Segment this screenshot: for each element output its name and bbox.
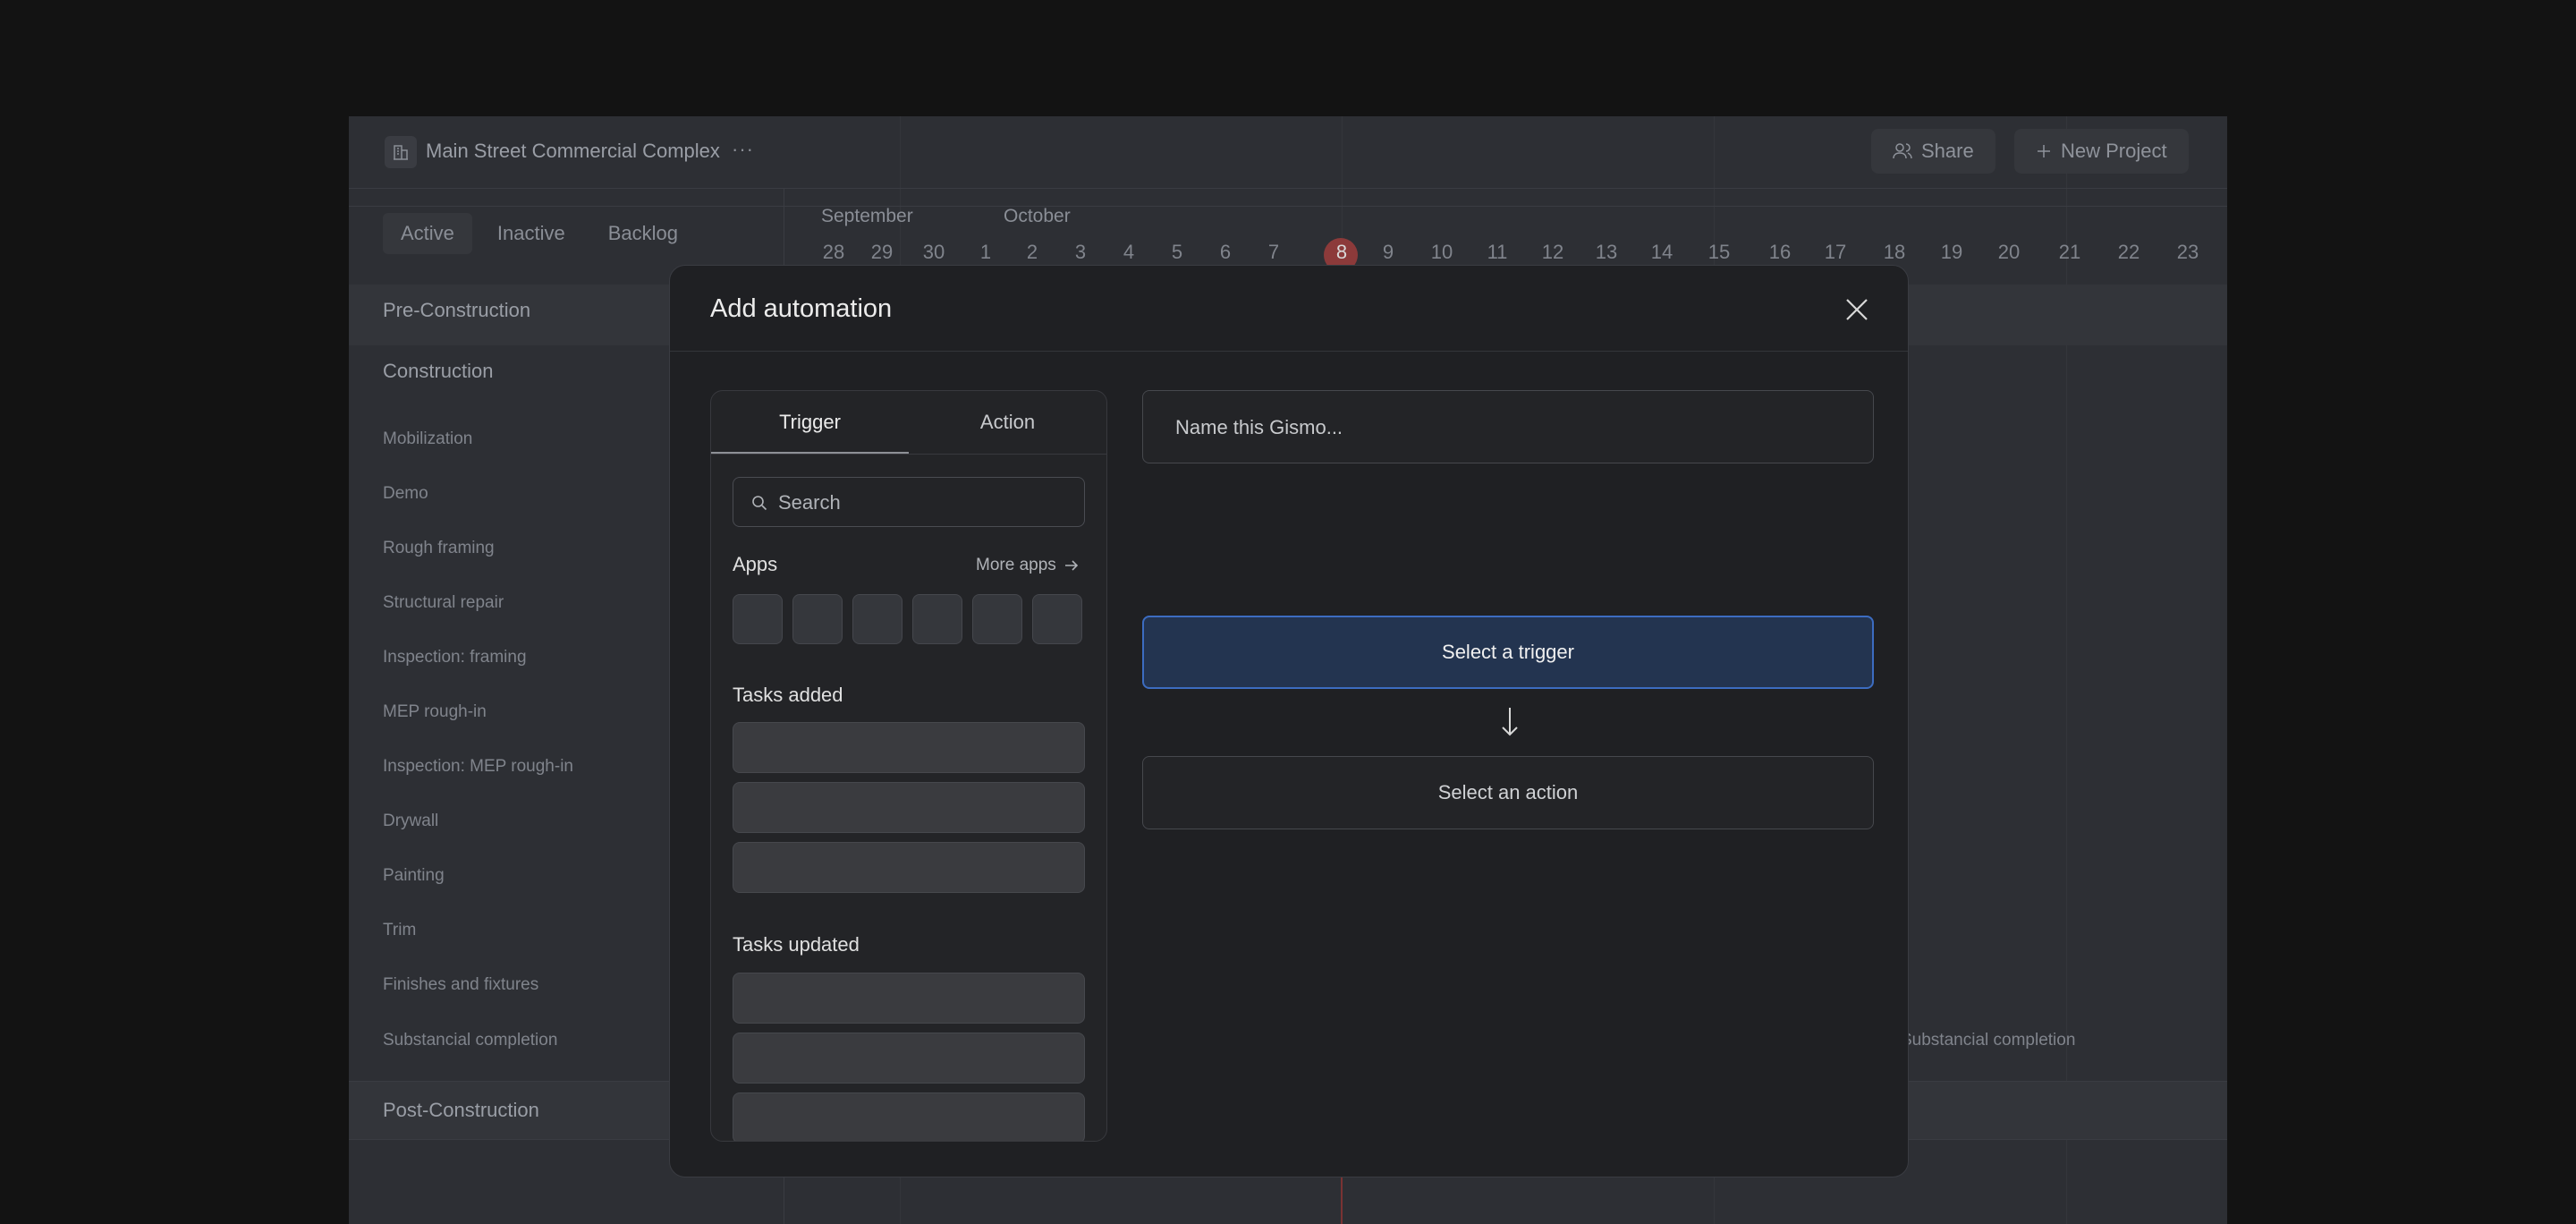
app-tile[interactable] [1032, 594, 1082, 644]
tab-action[interactable]: Action [909, 391, 1106, 454]
app-tile[interactable] [912, 594, 962, 644]
tasks-added-title: Tasks added [733, 684, 843, 706]
more-apps-label: More apps [976, 556, 1056, 574]
tabs-divider [711, 454, 1106, 455]
tab-trigger[interactable]: Trigger [711, 391, 909, 454]
trigger-option[interactable] [733, 782, 1085, 833]
trigger-option[interactable] [733, 973, 1085, 1024]
name-input[interactable] [1174, 391, 1857, 464]
modal-divider [670, 351, 1908, 352]
search-icon [752, 496, 767, 511]
trigger-option[interactable] [733, 1033, 1085, 1084]
name-field [1142, 390, 1874, 464]
trigger-option[interactable] [733, 842, 1085, 893]
app-tile[interactable] [852, 594, 902, 644]
trigger-option[interactable] [733, 1092, 1085, 1141]
more-apps-link[interactable]: More apps [976, 556, 1080, 575]
tasks-updated-title: Tasks updated [733, 933, 860, 956]
app-tile[interactable] [733, 594, 783, 644]
add-automation-modal: Add automation Trigger Action Apps More … [669, 265, 1909, 1177]
app-tile[interactable] [792, 594, 843, 644]
arrow-down-icon [1502, 708, 1518, 736]
search-box [733, 477, 1085, 528]
apps-title: Apps [733, 553, 778, 575]
close-icon[interactable] [1843, 296, 1870, 323]
select-trigger-button[interactable]: Select a trigger [1142, 616, 1874, 689]
select-trigger-label: Select a trigger [1442, 641, 1574, 663]
search-input[interactable] [776, 478, 1075, 528]
modal-title: Add automation [710, 294, 893, 323]
arrow-right-icon [1064, 560, 1078, 571]
trigger-option[interactable] [733, 722, 1085, 773]
select-action-button[interactable]: Select an action [1142, 756, 1874, 829]
trigger-picker: Trigger Action Apps More apps Tasks adde… [710, 390, 1107, 1142]
app-tile[interactable] [972, 594, 1022, 644]
select-action-label: Select an action [1437, 781, 1579, 803]
